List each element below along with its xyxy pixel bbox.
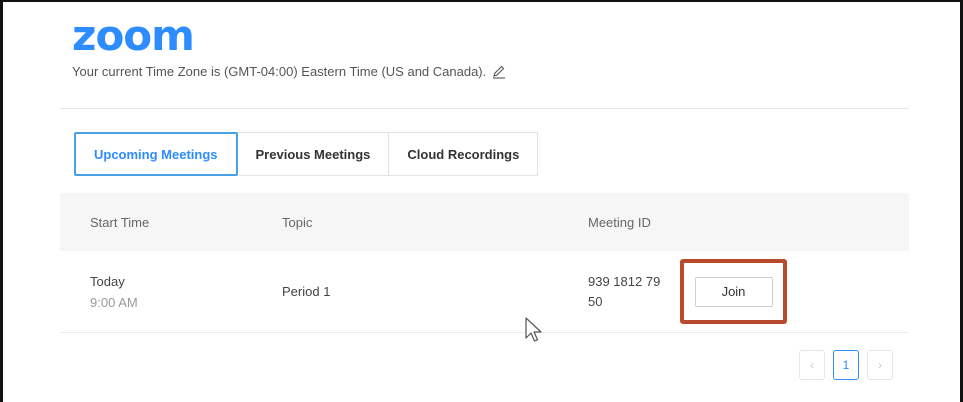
action-cell: Join xyxy=(676,259,909,324)
join-highlight-box: Join xyxy=(680,259,787,324)
topic-cell[interactable]: Period 1 xyxy=(252,284,558,299)
meeting-id-line2: 50 xyxy=(588,293,603,309)
start-time-cell: Today 9:00 AM xyxy=(60,274,252,310)
timezone-info: Your current Time Zone is (GMT-04:00) Ea… xyxy=(72,64,506,79)
timezone-text: Your current Time Zone is (GMT-04:00) Ea… xyxy=(72,64,487,79)
mouse-cursor-icon xyxy=(525,317,542,342)
header-start-time: Start Time xyxy=(90,214,150,230)
header-topic: Topic xyxy=(282,214,313,230)
meetings-table: Start Time Topic Meeting ID Today 9:00 A… xyxy=(60,193,909,333)
tab-previous-meetings[interactable]: Previous Meetings xyxy=(237,132,390,176)
meeting-id-cell: 939 1812 79 50 xyxy=(558,272,676,312)
tab-upcoming-meetings[interactable]: Upcoming Meetings xyxy=(74,132,238,176)
pencil-icon[interactable] xyxy=(492,65,506,79)
meeting-day: Today xyxy=(90,273,125,289)
meeting-id-line1: 939 1812 79 xyxy=(588,273,661,289)
header-meeting-id: Meeting ID xyxy=(588,214,651,230)
meeting-tabs: Upcoming Meetings Previous Meetings Clou… xyxy=(74,132,539,176)
meeting-topic[interactable]: Period 1 xyxy=(282,284,330,299)
table-header: Start Time Topic Meeting ID xyxy=(60,193,909,251)
tab-cloud-recordings[interactable]: Cloud Recordings xyxy=(389,132,539,176)
page-number-button[interactable]: 1 xyxy=(833,350,859,380)
zoom-logo: zoom xyxy=(72,11,195,60)
pagination: ‹ 1 › xyxy=(799,350,893,380)
prev-page-button[interactable]: ‹ xyxy=(799,350,825,380)
join-button[interactable]: Join xyxy=(694,276,773,307)
meeting-time: 9:00 AM xyxy=(90,294,138,310)
header-divider xyxy=(60,108,909,109)
next-page-button[interactable]: › xyxy=(867,350,893,380)
table-row: Today 9:00 AM Period 1 939 1812 79 50 Jo… xyxy=(60,251,909,333)
